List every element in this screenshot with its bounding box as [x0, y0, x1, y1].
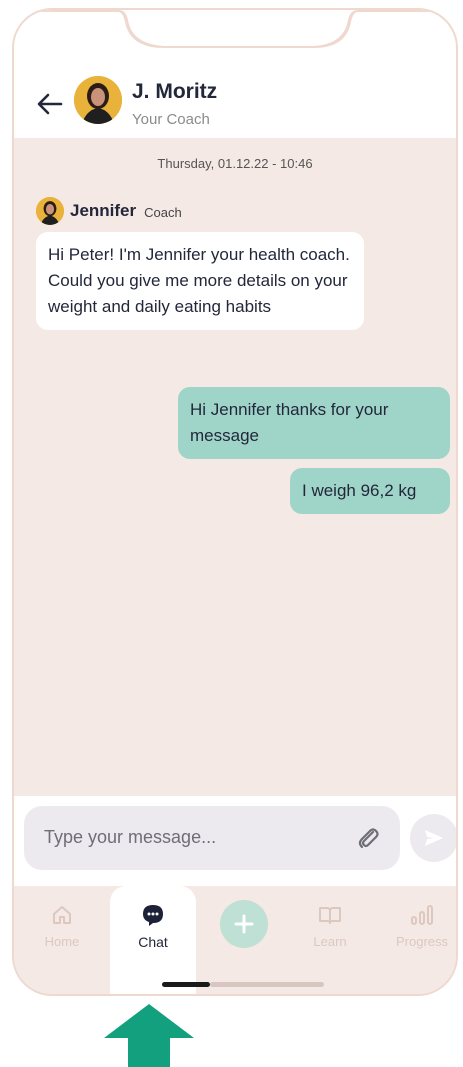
- tab-label: Progress: [395, 934, 449, 949]
- tab-home[interactable]: Home: [32, 886, 92, 994]
- message-input[interactable]: Type your message...: [24, 806, 400, 870]
- incoming-message: Hi Peter! I'm Jennifer your health coach…: [36, 232, 364, 330]
- coach-name: J. Moritz: [132, 80, 218, 103]
- annotation-arrow: [104, 1004, 194, 1067]
- chat-bubble-icon: [140, 902, 166, 928]
- tab-learn[interactable]: Learn: [300, 886, 360, 994]
- tab-chat[interactable]: Chat: [110, 886, 196, 994]
- message-composer: Type your message...: [14, 796, 456, 886]
- home-indicator: [162, 982, 210, 987]
- tab-label: Chat: [138, 934, 168, 950]
- tab-label: Home: [44, 934, 80, 949]
- home-indicator-track: [210, 982, 324, 987]
- sender-avatar: [36, 197, 64, 225]
- send-icon: [425, 830, 443, 846]
- plus-icon: [234, 914, 254, 934]
- tab-add[interactable]: [212, 886, 276, 994]
- coach-role: Your Coach: [132, 111, 210, 128]
- tab-label: Learn: [313, 934, 347, 949]
- back-button[interactable]: [34, 88, 66, 120]
- send-button[interactable]: [410, 814, 456, 862]
- arrow-left-icon: [37, 93, 63, 115]
- book-icon: [317, 902, 343, 928]
- paperclip-icon[interactable]: [354, 824, 382, 852]
- sender-role: Coach: [144, 205, 182, 220]
- sender-name: Jennifer: [70, 201, 137, 220]
- chat-header: J. Moritz Your Coach: [14, 10, 456, 138]
- outgoing-message: I weigh 96,2 kg: [290, 468, 450, 514]
- bar-chart-icon: [409, 902, 435, 928]
- message-input-placeholder: Type your message...: [44, 827, 217, 847]
- chat-timestamp: Thursday, 01.12.22 - 10:46: [157, 156, 313, 171]
- bottom-tab-bar: Home Chat Learn Progress: [14, 886, 456, 994]
- device-notch: [14, 10, 456, 48]
- tab-progress[interactable]: Progress: [386, 886, 456, 994]
- outgoing-message: Hi Jennifer thanks for your message: [178, 387, 450, 459]
- coach-avatar[interactable]: [74, 76, 122, 124]
- home-icon: [49, 902, 75, 928]
- message-sender: Jennifer Coach: [36, 196, 182, 226]
- phone-frame: J. Moritz Your Coach Thursday, 01.12.22 …: [12, 8, 458, 996]
- add-button[interactable]: [220, 900, 268, 948]
